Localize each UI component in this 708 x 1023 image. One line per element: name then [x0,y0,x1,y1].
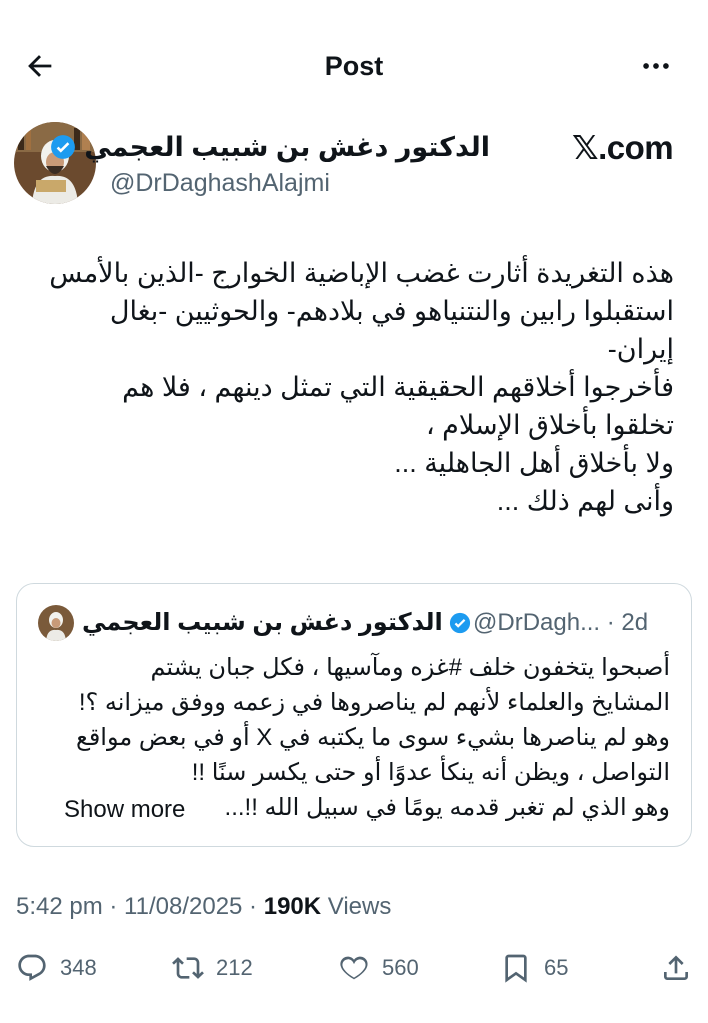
reply-button[interactable]: 348 [16,948,97,988]
heart-icon [340,956,368,980]
tweet-line: فأخرجوا أخلاقهم الحقيقية التي تمثل دينهم… [122,372,674,402]
quoted-author-name: الدكتور دغش بن شبيب العجمي [82,609,443,636]
repost-count: 212 [216,955,253,980]
post-meta: 5:42 pm · 11/08/2025 · 190K Views [16,890,391,924]
quoted-line: التواصل ، ويظن أنه ينكأ عدوًا أو حتى يكس… [191,759,670,786]
reply-count: 348 [60,955,97,980]
show-more-link[interactable]: Show more [64,792,185,827]
tweet-line: ولا بأخلاق أهل الجاهلية ... [394,448,674,478]
tweet-line: هذه التغريدة أثارت غضب الإباضية الخوارج … [49,258,674,288]
bookmark-button[interactable]: 65 [500,948,568,988]
quoted-author-row: الدكتور دغش بن شبيب العجمي [82,606,471,640]
tweet-line: استقبلوا رابين والنتنياهو في بلادهم- وال… [109,296,674,326]
bookmark-icon [505,954,527,983]
views-count: 190K [263,893,322,920]
more-icon [643,63,669,69]
author-name: الدكتور دغش بن شبيب العجمي [84,132,490,162]
repost-icon [172,957,204,979]
like-button[interactable]: 560 [338,948,419,988]
reply-icon [18,954,46,981]
tweet-line: تخلقوا بأخلاق الإسلام ، [425,410,674,440]
bookmark-count: 65 [544,955,569,980]
quoted-line: المشايخ والعلماء لأنهم لم يناصروها في زع… [78,689,670,716]
quoted-line: وهو لم يناصرها بشيء سوى ما يكتبه في X أو… [76,724,670,751]
tweet-line: إيران- [607,334,674,364]
tweet-line: وأنى لهم ذلك ... [496,486,674,516]
page-title: Post [324,51,384,81]
views-label: Views [327,893,392,920]
share-icon [664,955,688,980]
quoted-avatar-image [38,605,74,641]
verified-badge-icon [51,135,76,159]
tweet-text: هذه التغريدة أثارت غضب الإباضية الخوارج … [14,254,674,520]
quoted-avatar [38,605,74,641]
share-button[interactable] [660,948,692,988]
source-watermark: 𝕏.com [572,129,674,166]
quoted-line: أصبحوا يتخفون خلف #غزه ومآسيها ، فكل جبا… [150,654,670,681]
like-count: 560 [382,955,419,980]
quoted-handle-time: @DrDagh... · 2d [473,609,649,636]
more-options-button[interactable] [634,44,678,88]
repost-button[interactable]: 212 [172,948,253,988]
verified-badge-icon [449,612,470,634]
author-name-row[interactable]: الدكتور دغش بن شبيب العجمي [50,130,490,164]
post-timestamp[interactable]: 5:42 pm · 11/08/2025 · [16,893,257,920]
author-handle[interactable]: @DrDaghashAlajmi [110,166,330,200]
